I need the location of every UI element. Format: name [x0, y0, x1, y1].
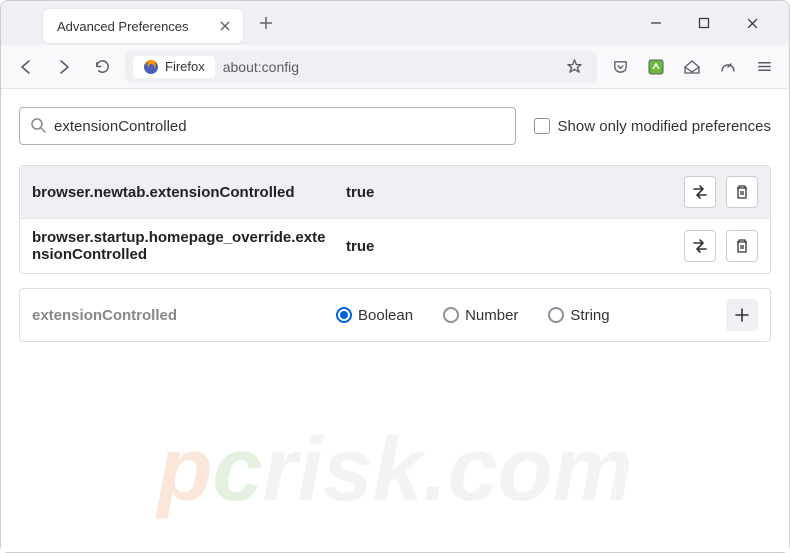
radio-string[interactable]: String — [548, 307, 609, 324]
show-modified-checkbox[interactable] — [534, 118, 550, 134]
watermark-rest: risk.com — [262, 420, 632, 520]
delete-button[interactable] — [726, 230, 758, 262]
show-modified-checkbox-row[interactable]: Show only modified preferences — [534, 118, 771, 135]
search-box[interactable] — [19, 107, 516, 145]
extension-icon[interactable] — [641, 52, 671, 82]
watermark-c: c — [212, 420, 262, 520]
bookmark-star-icon[interactable] — [559, 52, 589, 82]
mail-icon[interactable] — [677, 52, 707, 82]
radio-label: String — [570, 307, 609, 324]
checkbox-label: Show only modified preferences — [558, 118, 771, 135]
firefox-identity-label: Firefox — [133, 56, 215, 78]
radio-button[interactable] — [443, 307, 459, 323]
add-row: extensionControlled Boolean Number Strin… — [20, 289, 770, 341]
preferences-table: browser.newtab.extensionControlled true … — [19, 165, 771, 274]
address-text: about:config — [223, 59, 299, 75]
radio-label: Number — [465, 307, 518, 324]
back-button[interactable] — [11, 52, 41, 82]
close-window-button[interactable] — [737, 8, 767, 38]
menu-icon[interactable] — [749, 52, 779, 82]
watermark-p: p — [157, 420, 212, 520]
search-icon — [30, 117, 46, 136]
page-content: Show only modified preferences browser.n… — [1, 89, 789, 552]
address-bar[interactable]: Firefox about:config — [125, 51, 597, 83]
search-input[interactable] — [54, 118, 505, 135]
radio-button[interactable] — [336, 307, 352, 323]
dashboard-icon[interactable] — [713, 52, 743, 82]
toggle-button[interactable] — [684, 230, 716, 262]
add-pref-name: extensionControlled — [32, 307, 322, 324]
pref-actions — [684, 230, 758, 262]
pref-row: browser.newtab.extensionControlled true — [20, 166, 770, 218]
window-controls — [641, 8, 777, 38]
forward-button[interactable] — [49, 52, 79, 82]
pref-name: browser.newtab.extensionControlled — [32, 184, 332, 201]
search-row: Show only modified preferences — [19, 107, 771, 145]
tab-bar: Advanced Preferences — [1, 1, 789, 45]
toolbar: Firefox about:config — [1, 45, 789, 89]
minimize-button[interactable] — [641, 8, 671, 38]
pref-value: true — [346, 238, 670, 255]
radio-number[interactable]: Number — [443, 307, 518, 324]
pref-actions — [684, 176, 758, 208]
maximize-button[interactable] — [689, 8, 719, 38]
pref-name: browser.startup.homepage_override.extens… — [32, 229, 332, 263]
close-tab-icon[interactable] — [217, 18, 233, 34]
pref-value: true — [346, 184, 670, 201]
type-radio-group: Boolean Number String — [336, 307, 712, 324]
firefox-label-text: Firefox — [165, 59, 205, 74]
add-preference-table: extensionControlled Boolean Number Strin… — [19, 288, 771, 342]
toolbar-right-icons — [605, 52, 779, 82]
add-button[interactable] — [726, 299, 758, 331]
tab-title: Advanced Preferences — [57, 19, 217, 34]
new-tab-button[interactable] — [251, 8, 281, 38]
delete-button[interactable] — [726, 176, 758, 208]
radio-button[interactable] — [548, 307, 564, 323]
firefox-icon — [143, 59, 159, 75]
browser-window: Advanced Preferences — [0, 0, 790, 553]
pref-row: browser.startup.homepage_override.extens… — [20, 218, 770, 273]
browser-tab[interactable]: Advanced Preferences — [43, 9, 243, 43]
radio-boolean[interactable]: Boolean — [336, 307, 413, 324]
radio-label: Boolean — [358, 307, 413, 324]
watermark: pcrisk.com — [157, 419, 632, 522]
toggle-button[interactable] — [684, 176, 716, 208]
pocket-icon[interactable] — [605, 52, 635, 82]
reload-button[interactable] — [87, 52, 117, 82]
